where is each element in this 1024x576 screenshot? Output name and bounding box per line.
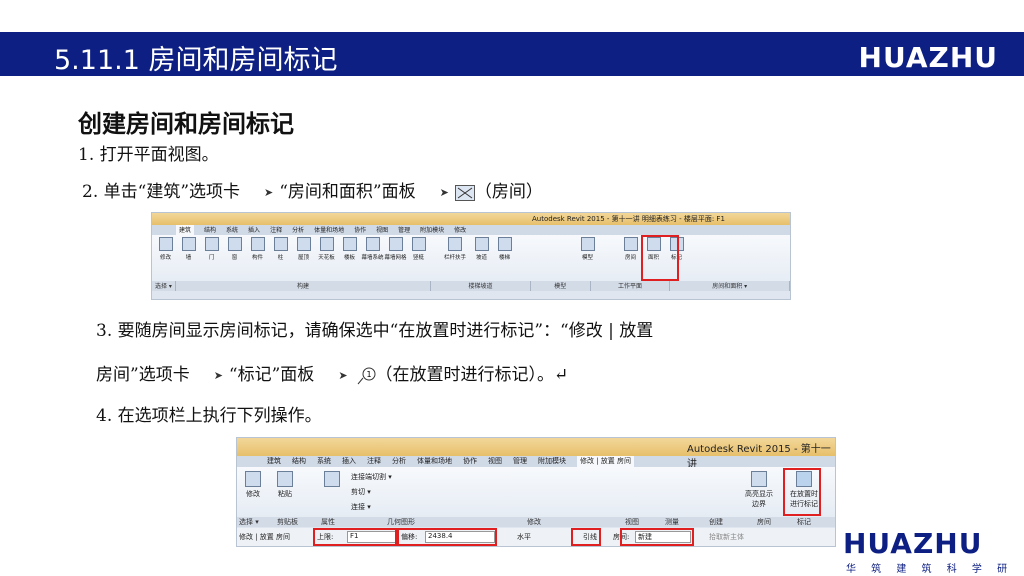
arrow-icon: ➤ <box>338 369 348 382</box>
tab-architecture[interactable]: 建筑 <box>176 225 195 235</box>
tag-on-place-icon: 1 <box>354 366 376 386</box>
modify-button[interactable]: 修改 <box>241 471 265 499</box>
step-3-line-1: 3. 要随房间显示房间标记，请确保选中“在放置时进行标记”：“修改 | 放置 <box>96 321 654 341</box>
panel-labels: 选择 ▾ 构建 楼梯坡道 模型 工作平面 房间和面积 ▾ <box>152 281 790 291</box>
tab-modify[interactable]: 修改 <box>454 225 466 235</box>
pick-host-label[interactable]: 拾取新主体 <box>709 532 744 542</box>
upper-limit-highlight <box>313 528 397 546</box>
tab-collaborate[interactable]: 协作 <box>354 225 366 235</box>
tab-annotate[interactable]: 注释 <box>367 456 381 467</box>
curtain-system-button[interactable]: 幕墙系统 <box>361 237 384 277</box>
footer-logo-subtitle: 华 筑 建 筑 科 学 研 究 院 <box>846 564 1014 575</box>
tab-addins[interactable]: 附加模块 <box>420 225 444 235</box>
wall-button[interactable]: 墙 <box>177 237 200 277</box>
svg-text:1: 1 <box>366 370 371 379</box>
app-title: Autodesk Revit 2015 - 第十一讲 明细表练习 - 楼层平面:… <box>532 215 725 223</box>
step-3-text-b: 房间”选项卡 <box>96 365 190 385</box>
tab-addins[interactable]: 附加模块 <box>538 456 566 467</box>
ribbon-body: 修改 墙 门 窗 构件 柱 屋顶 天花板 楼板 幕墙系统 幕墙网格 竖梃 栏杆扶… <box>152 235 790 291</box>
join-cut-button[interactable]: 连接端切割 ▾ <box>351 472 392 482</box>
panel-labels: 选择 ▾ 剪贴板 属性 几何图形 修改 视图 测量 创建 房间 标记 <box>237 517 835 527</box>
door-button[interactable]: 门 <box>200 237 223 277</box>
column-button[interactable]: 柱 <box>269 237 292 277</box>
step-2-text-c: （房间） <box>474 182 543 202</box>
ribbon-tabs: 建筑 结构 系统 插入 注释 分析 体量和场地 协作 视图 管理 附加模块 修改 <box>152 225 790 235</box>
paste-button[interactable]: 粘贴 <box>273 471 297 499</box>
room-button-highlight <box>641 235 679 281</box>
app-title: Autodesk Revit 2015 - 第十一讲 <box>687 444 831 470</box>
title-bar: Autodesk Revit 2015 - 第十一讲 明细表练习 - 楼层平面:… <box>152 213 790 225</box>
leader-highlight <box>571 528 601 546</box>
ceiling-button[interactable]: 天花板 <box>315 237 338 277</box>
tab-view[interactable]: 视图 <box>376 225 388 235</box>
tab-massing[interactable]: 体量和场地 <box>314 225 344 235</box>
tab-analyze[interactable]: 分析 <box>392 456 406 467</box>
tab-systems[interactable]: 系统 <box>226 225 238 235</box>
window-button[interactable]: 窗 <box>223 237 246 277</box>
roof-button[interactable]: 屋顶 <box>292 237 315 277</box>
step-2: 2. 单击“建筑”选项卡 ➤ “房间和面积”面板 ➤ （房间） <box>82 177 543 202</box>
tab-analyze[interactable]: 分析 <box>292 225 304 235</box>
railing-button[interactable]: 栏杆扶手 <box>440 237 470 277</box>
curtain-grid-button[interactable]: 幕墙网格 <box>384 237 407 277</box>
tab-collaborate[interactable]: 协作 <box>463 456 477 467</box>
tab-massing[interactable]: 体量和场地 <box>417 456 452 467</box>
tab-systems[interactable]: 系统 <box>317 456 331 467</box>
tab-architecture[interactable]: 建筑 <box>267 456 281 467</box>
step-3-text-d: （在放置时进行标记）。↵ <box>375 365 569 385</box>
highlight-boundary-button[interactable]: 高亮显示边界 <box>742 471 776 509</box>
step-4: 4. 在选项栏上执行下列操作。 <box>96 406 322 426</box>
join-button[interactable]: 连接 ▾ <box>351 502 371 512</box>
tab-annotate[interactable]: 注释 <box>270 225 282 235</box>
tab-manage[interactable]: 管理 <box>398 225 410 235</box>
tag-on-place-highlight <box>783 468 821 516</box>
arrow-icon: ➤ <box>439 186 449 199</box>
brand-logo: HUAZHU <box>858 41 998 74</box>
component-button[interactable]: 构件 <box>246 237 269 277</box>
section-title: 创建房间和房间标记 <box>78 109 294 138</box>
header-bar: 5.11.1 房间和房间标记 HUAZHU <box>0 32 1024 76</box>
model-button[interactable]: 模型 <box>576 237 599 277</box>
offset-highlight <box>397 528 497 546</box>
tab-manage[interactable]: 管理 <box>513 456 527 467</box>
tab-modify-place-room[interactable]: 修改 | 放置 房间 <box>577 456 635 467</box>
orientation-select[interactable]: 水平 <box>517 532 531 542</box>
stair-button[interactable]: 楼梯 <box>493 237 516 277</box>
step-3-text-c: “标记”面板 <box>228 365 315 385</box>
room-select-highlight <box>620 528 694 546</box>
arrow-icon: ➤ <box>264 186 274 199</box>
page-title: 5.11.1 房间和房间标记 <box>54 45 338 76</box>
properties-button[interactable] <box>319 471 345 489</box>
arrow-icon: ➤ <box>213 369 223 382</box>
tab-view[interactable]: 视图 <box>488 456 502 467</box>
step-1: 1. 打开平面视图。 <box>78 145 219 165</box>
step-2-text-b: “房间和面积”面板 <box>279 182 416 202</box>
floor-button[interactable]: 楼板 <box>338 237 361 277</box>
revit-ribbon-architecture: Autodesk Revit 2015 - 第十一讲 明细表练习 - 楼层平面:… <box>151 212 791 300</box>
room-button[interactable]: 房间 <box>619 237 642 277</box>
context-label: 修改 | 放置 房间 <box>239 533 291 541</box>
title-bar: Autodesk Revit 2015 - 第十一讲 <box>237 438 835 470</box>
tab-insert[interactable]: 插入 <box>342 456 356 467</box>
ramp-button[interactable]: 坡道 <box>470 237 493 277</box>
footer-logo: HUAZHU <box>843 527 983 560</box>
tab-insert[interactable]: 插入 <box>248 225 260 235</box>
tab-structure[interactable]: 结构 <box>292 456 306 467</box>
step-3-line-2: 房间”选项卡 ➤ “标记”面板 ➤ 1 （在放置时进行标记）。↵ <box>96 360 568 386</box>
mullion-button[interactable]: 竖梃 <box>407 237 430 277</box>
cut-button[interactable]: 剪切 ▾ <box>351 487 371 497</box>
room-icon <box>454 184 475 201</box>
tab-structure[interactable]: 结构 <box>204 225 216 235</box>
modify-button[interactable]: 修改 <box>154 237 177 277</box>
step-2-text-a: 2. 单击“建筑”选项卡 <box>82 182 241 202</box>
